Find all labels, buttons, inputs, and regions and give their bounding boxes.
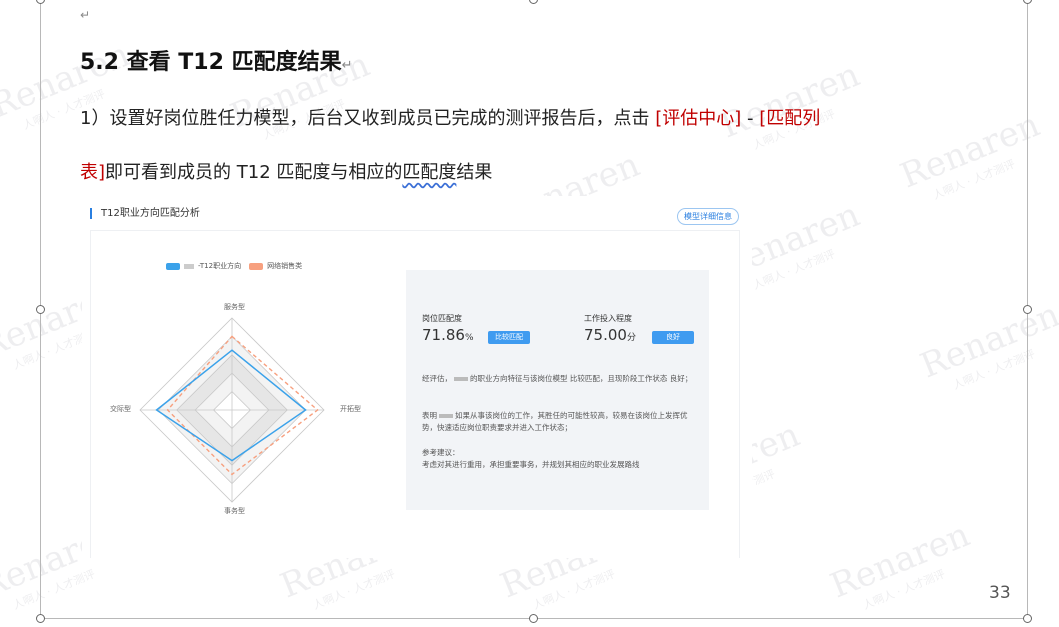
advice-title: 参考建议： (422, 448, 460, 457)
radar-chart (139, 317, 325, 503)
fit-tag: 比较匹配 (488, 331, 530, 344)
fit-value: 71.86% (422, 326, 474, 344)
resize-handle-top-right[interactable] (1023, 0, 1032, 4)
engage-value: 75.00分 (584, 326, 636, 344)
body-text-line-2: 表]即可看到成员的 T12 匹配度与相应的匹配度结果 (80, 162, 493, 183)
spellcheck-underline: 匹配度 (402, 162, 457, 183)
link-match-list: [匹配列 (759, 108, 821, 129)
resize-handle-right[interactable] (1023, 305, 1032, 314)
axis-label-right: 开拓型 (340, 405, 361, 413)
axis-label-left: 交际型 (110, 405, 131, 413)
page-number: 33 (989, 583, 1011, 603)
legend-swatch-position (249, 262, 264, 270)
redacted-name (454, 377, 468, 381)
engage-tag: 良好 (652, 331, 694, 344)
document-page: Renaren 人啊人 · 人才测评 Renaren 人啊人 · 人才测评 Rena… (0, 0, 1059, 627)
embedded-screenshot: T12职业方向匹配分析 模型详细信息 -T12职业方向 网络销售类 服务型 开拓… (82, 196, 752, 558)
fit-label: 岗位匹配度 (422, 314, 462, 323)
resize-handle-bottom[interactable] (529, 614, 538, 623)
advice-text: 考虑对其进行重用，承担重要事务，并规划其相应的职业发展路线 (422, 460, 640, 469)
link-evaluation-center: [评估中心] (655, 108, 742, 129)
paragraph-mark: ↵ (341, 58, 353, 73)
resize-handle-bottom-right[interactable] (1023, 614, 1032, 623)
chart-legend: -T12职业方向 网络销售类 (166, 261, 302, 271)
evaluation-text: 经评估， 的职业方向特征与该岗位模型 比较匹配，且现阶段工作状态 良好； (422, 374, 693, 383)
model-detail-button[interactable]: 模型详细信息 (677, 208, 739, 225)
result-summary-panel: 岗位匹配度 71.86% 比较匹配 工作投入程度 75.00分 良好 经评估，的… (406, 270, 709, 510)
legend-swatch-member (166, 262, 180, 270)
interpretation-text: 表明 如果从事该岗位的工作，其胜任的可能性较高，较易在该岗位上发挥优势，快速适应岗… (422, 411, 688, 432)
body-text-line-1: 1）设置好岗位胜任力模型，后台又收到成员已完成的测评报告后，点击 [评估中心] … (80, 108, 821, 129)
analysis-title: T12职业方向匹配分析 (90, 208, 200, 219)
engage-label: 工作投入程度 (584, 314, 632, 323)
resize-handle-left[interactable] (36, 305, 45, 314)
redacted-name (184, 263, 194, 269)
axis-label-top: 服务型 (224, 303, 245, 311)
paragraph-mark: ↵ (80, 8, 91, 22)
axis-label-bottom: 事务型 (224, 507, 245, 515)
redacted-name (439, 414, 453, 418)
section-heading: 5.2 查看 T12 匹配度结果↵ (80, 50, 353, 75)
resize-handle-bottom-left[interactable] (36, 614, 45, 623)
